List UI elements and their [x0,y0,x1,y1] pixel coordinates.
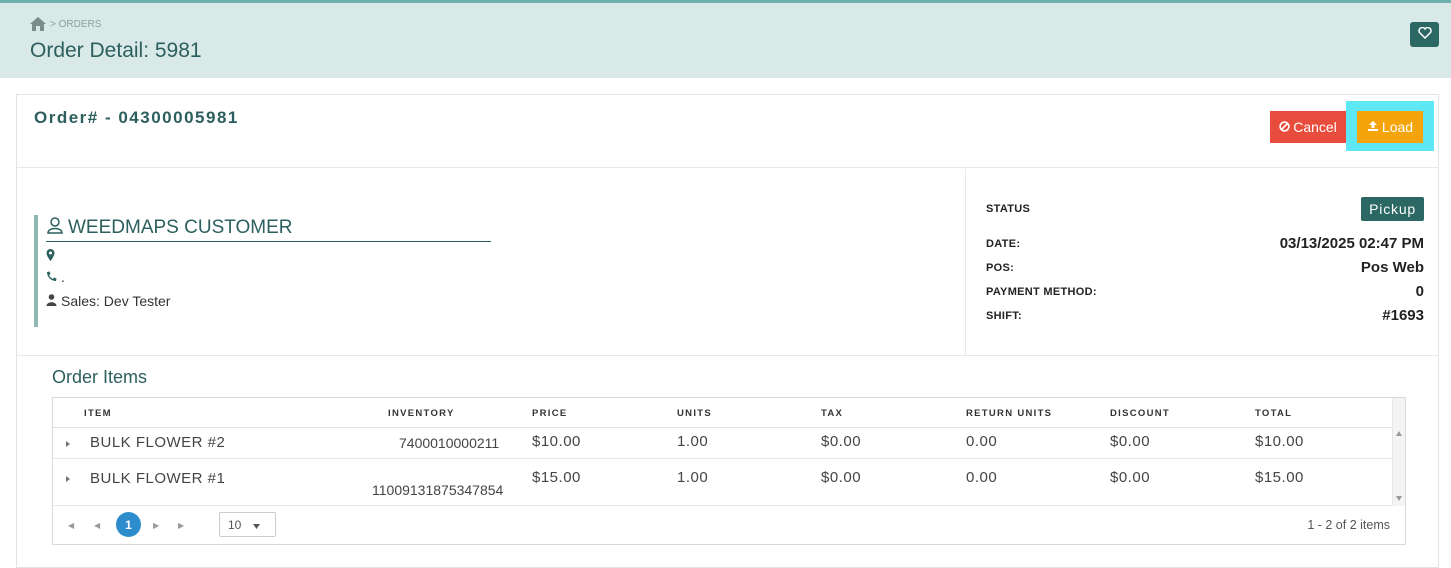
order-items-title: Order Items [52,367,148,387]
item-total: $15.00 [1255,469,1304,486]
item-inventory: 11009131875347854 [372,482,504,498]
customer-name: WEEDMAPS CUSTOMER [46,215,491,242]
customer-name-text: WEEDMAPS CUSTOMER [68,217,293,238]
shift-label: SHIFT: [986,309,1023,322]
home-icon[interactable] [30,17,46,31]
column-header-discount[interactable]: DISCOUNT [1110,408,1170,419]
item-name-link[interactable]: BULK FLOWER #1 [90,470,225,487]
favorite-button[interactable] [1410,22,1439,47]
payment-label: PAYMENT METHOD: [986,285,1097,298]
prev-page-icon[interactable]: ◀ [94,521,100,530]
grid-pager: ◀ ◀ 1 ▶ ▶ 10 1 - 2 of 2 items [53,506,1405,544]
payment-row: PAYMENT METHOD: 0 [986,283,1424,300]
date-label: DATE: [986,237,1021,250]
vertical-scrollbar[interactable] [1392,398,1405,506]
sales-person-text: Sales: Dev Tester [61,293,171,309]
order-items-grid: ITEM INVENTORY PRICE UNITS TAX RETURN UN… [52,397,1406,545]
scroll-down-icon[interactable] [1396,496,1402,501]
shift-row: SHIFT: #1693 [986,307,1424,324]
status-row: STATUS Pickup [986,197,1424,221]
status-badge: Pickup [1361,197,1424,221]
breadcrumb: > ORDERS [30,17,101,31]
pos-value: Pos Web [1360,259,1424,276]
table-row: BULK FLOWER #2 7400010000211 $10.00 1.00… [53,428,1393,459]
first-page-icon[interactable]: ◀ [68,521,76,530]
user-outline-icon [46,216,64,240]
item-discount: $0.00 [1110,469,1151,486]
load-button[interactable]: Load [1357,111,1423,143]
upload-icon [1367,119,1379,135]
customer-address [46,249,494,263]
item-discount: $0.00 [1110,433,1151,450]
item-price: $15.00 [532,469,581,486]
item-price: $10.00 [532,433,581,450]
item-tax: $0.00 [821,433,862,450]
date-row: DATE: 03/13/2025 02:47 PM [986,235,1424,252]
column-header-item[interactable]: ITEM [84,408,112,419]
item-return-units: 0.00 [966,469,998,486]
column-header-total[interactable]: TOTAL [1255,408,1292,419]
column-header-tax[interactable]: TAX [821,408,843,419]
sales-person: Sales: Dev Tester [46,293,494,309]
user-icon [46,293,57,309]
payment-value: 0 [1415,283,1424,300]
item-return-units: 0.00 [966,433,998,450]
pager-info: 1 - 2 of 2 items [1307,518,1390,532]
date-value: 03/13/2025 02:47 PM [1279,235,1424,252]
shift-value: #1693 [1382,307,1424,324]
last-page-icon[interactable]: ▶ [178,521,184,530]
page-size-select[interactable]: 10 [219,512,276,537]
customer-phone-text: . [61,269,65,285]
item-inventory: 7400010000211 [399,435,500,451]
next-page-icon[interactable]: ▶ [153,521,159,530]
load-button-label: Load [1381,119,1414,135]
item-units: 1.00 [677,433,709,450]
status-label: STATUS [986,203,1031,215]
chevron-down-icon [253,518,261,532]
map-marker-icon [46,248,55,264]
cancel-button[interactable]: Cancel [1270,111,1346,143]
item-units: 1.00 [677,469,709,486]
order-number: Order# - 04300005981 [34,108,239,127]
table-row: BULK FLOWER #1 11009131875347854 $15.00 … [53,459,1393,506]
expand-row-icon[interactable] [66,441,70,447]
cancel-button-label: Cancel [1293,119,1337,135]
customer-panel: WEEDMAPS CUSTOMER . Sales: Dev Tester [17,169,965,356]
pos-row: POS: Pos Web [986,259,1424,276]
column-header-price[interactable]: PRICE [532,408,568,419]
load-button-highlight: Load [1346,101,1434,151]
item-total: $10.00 [1255,433,1304,450]
column-header-units[interactable]: UNITS [677,408,712,419]
expand-row-icon[interactable] [66,476,70,482]
breadcrumb-orders[interactable]: > ORDERS [50,19,101,30]
page-title: Order Detail: 5981 [30,39,202,62]
current-page-button[interactable]: 1 [116,512,141,537]
column-header-return-units[interactable]: RETURN UNITS [966,408,1052,419]
customer-phone: . [46,269,494,285]
ban-icon [1279,119,1290,135]
grid-header: ITEM INVENTORY PRICE UNITS TAX RETURN UN… [53,398,1393,428]
status-panel: STATUS Pickup DATE: 03/13/2025 02:47 PM … [965,169,1439,356]
order-card-header: Order# - 04300005981 Cancel Load [17,95,1438,168]
order-card: Order# - 04300005981 Cancel Load WEEDMAP… [16,94,1439,568]
pos-label: POS: [986,261,1015,274]
customer-block: WEEDMAPS CUSTOMER . Sales: Dev Tester [34,215,494,327]
scroll-up-icon[interactable] [1396,431,1402,436]
heart-icon [1417,26,1432,44]
item-name-link[interactable]: BULK FLOWER #2 [90,434,225,451]
phone-icon [46,269,57,285]
page-size-value: 10 [228,517,242,532]
page-header: > ORDERS Order Detail: 5981 [0,0,1451,78]
column-header-inventory[interactable]: INVENTORY [388,408,455,419]
item-tax: $0.00 [821,469,862,486]
